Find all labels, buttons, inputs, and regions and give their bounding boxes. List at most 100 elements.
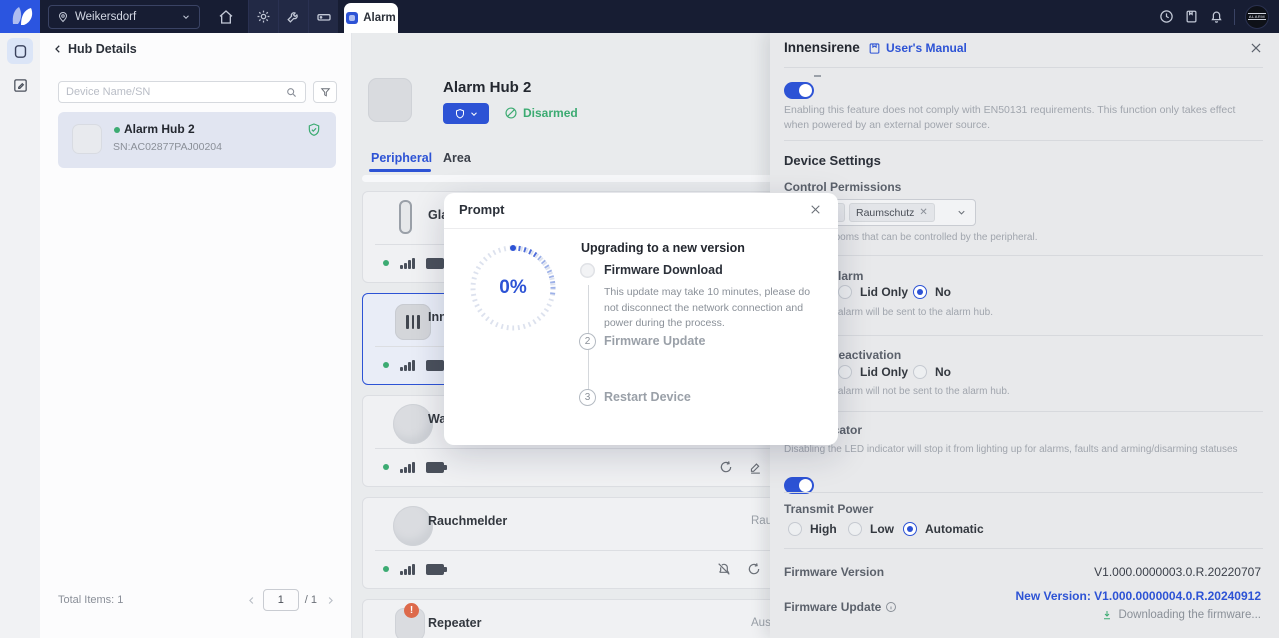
location-label: Weikersdorf [75, 11, 136, 23]
hub-list-panel: Hub Details Alarm Hub 2 SN:AC02877PAJ002… [40, 33, 352, 638]
tab-alarm-label: Alarm [363, 12, 396, 24]
external-power-toggle[interactable] [784, 82, 814, 99]
battery-icon [426, 564, 447, 575]
search-icon[interactable] [285, 86, 298, 99]
avatar[interactable]: ALARM [1245, 5, 1269, 29]
transmit-power-label: Transmit Power [784, 502, 873, 516]
mute-bell-icon[interactable] [716, 561, 732, 577]
shield-check-icon [306, 122, 322, 138]
room-tag: Raumschutz✕ [849, 203, 935, 222]
tamper-alarm-option-lid-only[interactable]: Lid Only [838, 285, 908, 299]
warning-badge: ! [404, 603, 419, 618]
device-name: Repeater [428, 616, 482, 630]
download-icon [1101, 609, 1113, 621]
online-dot [383, 362, 389, 368]
close-icon [1249, 41, 1263, 55]
alarm-hub-icon [346, 12, 358, 24]
siren-icon [395, 304, 431, 340]
divider [784, 492, 1263, 493]
firmware-version-value: V1.000.0000003.0.R.20220707 [1094, 565, 1261, 579]
search-input[interactable] [66, 86, 279, 98]
notebook-icon [1184, 9, 1199, 24]
drawer-title: Innensirene [784, 40, 860, 55]
transmit-power-option-high[interactable]: High [788, 522, 837, 536]
next-page-button[interactable] [325, 595, 336, 606]
dialog-title: Prompt [459, 202, 505, 217]
prev-page-button[interactable] [246, 595, 257, 606]
app-logo [0, 0, 40, 33]
logs-button[interactable] [1184, 9, 1199, 24]
settings-button[interactable] [248, 0, 278, 33]
chevron-down-icon [181, 12, 191, 22]
divider [784, 67, 1263, 68]
remote-control-button[interactable] [308, 0, 338, 33]
glassbreak-sensor-icon [399, 200, 412, 234]
firmware-upgrade-dialog: Prompt 0% Upgrading to a new version Fir… [444, 193, 838, 445]
peripheral-settings-drawer: Innensirene User's Manual Enabling this … [770, 33, 1279, 638]
bell-icon [1209, 9, 1224, 24]
tamper-deactivation-option-no[interactable]: No [913, 365, 951, 379]
hub-image [368, 78, 412, 122]
step-1-marker [580, 263, 595, 278]
transmit-power-option-low[interactable]: Low [848, 522, 894, 536]
arm-mode-button[interactable] [443, 103, 489, 124]
remove-tag-button[interactable]: ✕ [919, 207, 927, 218]
users-manual-link[interactable]: User's Manual [868, 41, 967, 55]
filter-button[interactable] [313, 81, 337, 103]
radio-icon [788, 522, 802, 536]
radio-icon [838, 285, 852, 299]
page-count-label: / 1 [305, 594, 317, 606]
signal-strength-icon [400, 258, 415, 269]
divider [784, 255, 1263, 256]
top-bar: Weikersdorf Alarm ALARM [0, 0, 1279, 33]
page-title: Alarm Hub 2 [443, 79, 531, 96]
rail-item-devices[interactable] [7, 38, 33, 64]
tab-peripheral[interactable]: Peripheral [371, 151, 432, 165]
power-toggle-label-dash [814, 75, 821, 77]
radio-icon [838, 365, 852, 379]
tab-alarm[interactable]: Alarm [344, 3, 398, 33]
location-selector[interactable]: Weikersdorf [48, 5, 200, 29]
manual-icon [868, 42, 881, 55]
online-dot [383, 566, 389, 572]
gear-icon [256, 9, 271, 24]
step-3-marker: 3 [579, 389, 596, 406]
divider [784, 411, 1263, 412]
progress-ring: 0% [466, 241, 560, 335]
shield-icon [454, 108, 466, 120]
hub-thumbnail [72, 124, 102, 154]
hub-card-name: Alarm Hub 2 [124, 122, 195, 136]
progress-percent: 0% [466, 241, 560, 335]
tab-area[interactable]: Area [443, 151, 471, 165]
transmit-power-option-automatic[interactable]: Automatic [903, 522, 984, 536]
notifications-button[interactable] [1209, 9, 1224, 24]
history-button[interactable] [1159, 9, 1174, 24]
topbar-divider [1234, 9, 1235, 25]
edit-icon[interactable] [748, 460, 763, 475]
dialog-close-button[interactable] [809, 203, 822, 216]
tamper-deactivation-option-lid-only[interactable]: Lid Only [838, 365, 908, 379]
pin-icon [57, 11, 69, 23]
rail-item-edit[interactable] [7, 72, 33, 98]
test-timer-icon[interactable] [746, 561, 762, 577]
divider [784, 548, 1263, 549]
home-button[interactable] [212, 0, 240, 33]
battery-icon [426, 462, 447, 473]
page-input[interactable] [263, 589, 299, 611]
step-1-title: Firmware Download [604, 263, 723, 277]
online-dot [383, 464, 389, 470]
back-label: Hub Details [68, 42, 137, 56]
device-name: Rauchmelder [428, 514, 507, 528]
tools-button[interactable] [278, 0, 308, 33]
firmware-new-version[interactable]: New Version: V1.000.0000004.0.R.20240912 [1015, 589, 1261, 603]
remote-icon [316, 9, 332, 25]
drawer-close-button[interactable] [1249, 41, 1263, 55]
hub-card[interactable]: Alarm Hub 2 SN:AC02877PAJ00204 [58, 112, 336, 168]
radio-icon-selected [903, 522, 917, 536]
hub-device-icon [12, 43, 29, 60]
tamper-alarm-option-no[interactable]: No [913, 285, 951, 299]
test-timer-icon[interactable] [718, 459, 734, 475]
radio-icon [913, 365, 927, 379]
back-link[interactable]: Hub Details [52, 42, 137, 56]
info-icon [885, 601, 897, 613]
